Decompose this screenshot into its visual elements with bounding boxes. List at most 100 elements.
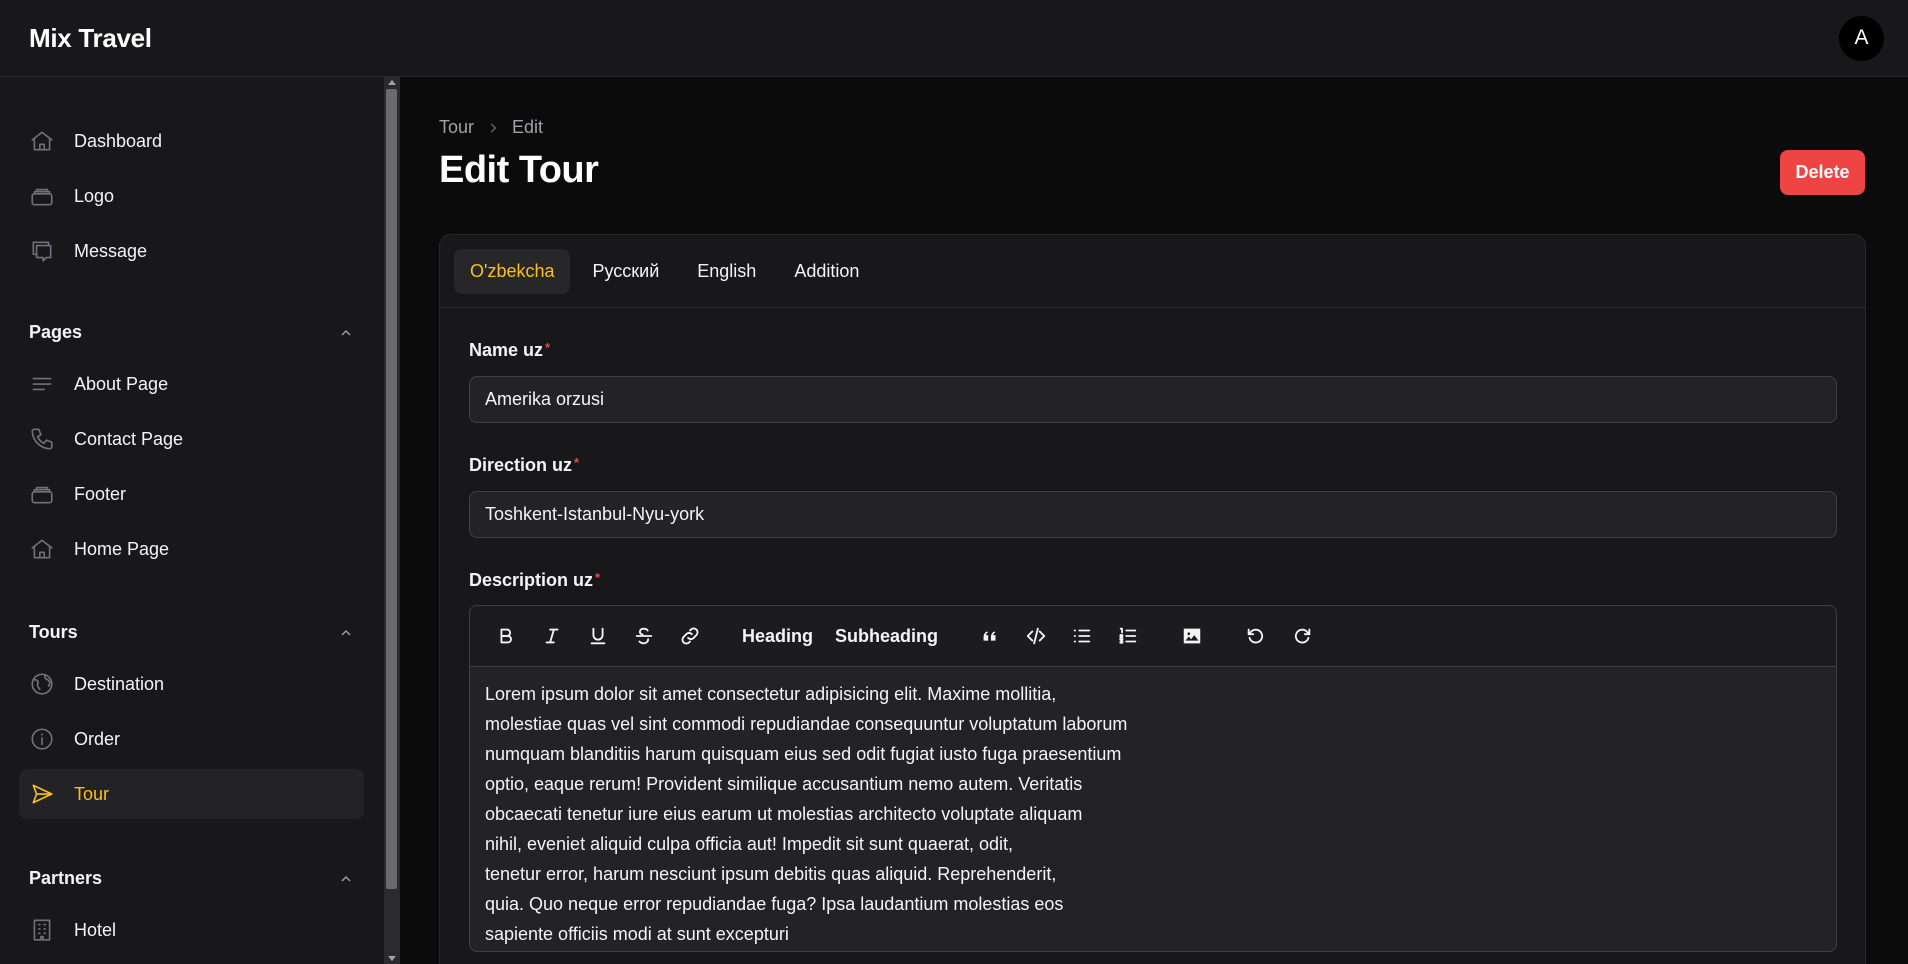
sidebar-item-label: Logo [74,185,115,206]
image-icon [1183,628,1201,644]
top-bar: Mix Travel A [0,0,1908,77]
editor-toolbar: Heading Subheading [470,606,1836,667]
sidebar-scrollbar[interactable] [384,77,400,964]
sidebar-item-tour[interactable]: Tour [19,769,364,819]
sidebar-item-dashboard[interactable]: Dashboard [19,116,364,166]
app-title[interactable]: Mix Travel [29,23,152,54]
required-mark: * [545,340,551,355]
bullet-list-icon [1073,629,1091,643]
name-input[interactable] [469,376,1837,423]
language-tabs: O'zbekcha Русский English Addition [454,249,875,294]
sidebar-group-pages[interactable]: Pages [29,322,354,343]
redo-button[interactable] [1284,618,1320,654]
sidebar-item-message[interactable]: Message [19,226,364,276]
breadcrumb-current: Edit [512,117,544,137]
image-button[interactable] [1174,618,1210,654]
breadcrumb: Tour Edit [439,117,543,138]
subheading-button[interactable]: Subheading [829,618,944,654]
editor-text-area[interactable]: Lorem ipsum dolor sit amet consectetur a… [470,667,1836,951]
scrollbar-thumb[interactable] [386,89,397,889]
home-icon [29,536,55,562]
sidebar-item-label: Hotel [74,919,117,940]
quote-icon [983,631,996,641]
code-icon [1026,627,1046,645]
tabs-divider [440,307,1865,308]
editor-line: molestiae quas vel sint commodi repudian… [485,714,1128,734]
required-mark: * [574,455,580,470]
ordered-list-button[interactable] [1110,618,1146,654]
italic-icon [545,628,559,644]
delete-button[interactable]: Delete [1780,150,1865,195]
sidebar-item-hotel[interactable]: Hotel [19,905,364,955]
chevron-up-icon [341,329,351,335]
undo-button[interactable] [1238,618,1274,654]
sidebar-item-home-page[interactable]: Home Page [19,524,364,574]
sidebar-item-logo[interactable]: Logo [19,171,364,221]
chat-icon [29,238,55,264]
sidebar-item-label: Contact Page [74,428,184,449]
code-button[interactable] [1018,618,1054,654]
editor-line: Lorem ipsum dolor sit amet consectetur a… [485,684,1057,704]
editor-line: nihil, eveniet aliquid culpa officia aut… [485,834,1013,854]
phone-icon [29,426,55,452]
editor-line: obcaecati tenetur iure eius earum ut mol… [485,804,1083,824]
strikethrough-icon [635,627,653,645]
sidebar-item-order[interactable]: Order [19,714,364,764]
sidebar-group-title: Tours [29,622,78,642]
lines-icon [29,371,55,397]
bullet-list-button[interactable] [1064,618,1100,654]
underline-icon [590,627,606,645]
sidebar: Dashboard Logo Message Pages About Page … [0,77,384,964]
tab-russian[interactable]: Русский [576,249,675,294]
undo-icon [1247,628,1264,644]
sidebar-item-label: Order [74,728,121,749]
required-mark: * [595,570,601,585]
direction-label-text: Direction uz [469,455,573,475]
main-content: Tour Edit Edit Tour Delete O'zbekcha Рус… [400,77,1908,964]
scroll-down-arrow-icon[interactable] [388,956,396,961]
bold-button[interactable] [488,618,524,654]
sidebar-item-label: Dashboard [74,130,163,151]
sidebar-item-label: Destination [74,673,165,694]
ordered-list-icon [1119,627,1137,644]
underline-button[interactable] [580,618,616,654]
italic-button[interactable] [534,618,570,654]
stack-icon [29,183,55,209]
user-avatar[interactable]: A [1839,15,1884,61]
editor-line: sapiente officiis modi at sunt excepturi [485,924,789,944]
name-label-text: Name uz [469,340,544,360]
sidebar-item-destination[interactable]: Destination [19,659,364,709]
sidebar-item-contact-page[interactable]: Contact Page [19,414,364,464]
tab-addition[interactable]: Addition [778,249,875,294]
page-title: Edit Tour [439,149,599,191]
globe-icon [29,671,55,697]
sidebar-item-about-page[interactable]: About Page [19,359,364,409]
editor-line: tenetur error, harum nesciunt ipsum debi… [485,864,1057,884]
sidebar-group-partners[interactable]: Partners [29,868,354,889]
building-icon [29,917,55,943]
link-button[interactable] [672,618,708,654]
sidebar-group-tours[interactable]: Tours [29,622,354,643]
info-icon [29,726,55,752]
chevron-right-icon [486,121,500,135]
scroll-up-arrow-icon[interactable] [388,80,396,85]
editor-line: quia. Quo neque error repudiandae fuga? … [485,894,1064,914]
editor-line: numquam blanditiis harum quisquam eius s… [485,744,1122,764]
breadcrumb-root[interactable]: Tour [439,117,474,138]
sidebar-group-title: Partners [29,868,103,888]
direction-input[interactable] [469,491,1837,538]
heading-button[interactable]: Heading [736,618,819,654]
redo-icon [1294,628,1311,644]
sidebar-item-label: Footer [74,483,127,504]
stack-icon [29,481,55,507]
blockquote-button[interactable] [972,618,1008,654]
paper-plane-icon [29,781,55,807]
name-field-label: Name uz * [469,340,550,361]
strikethrough-button[interactable] [626,618,662,654]
description-field-label: Description uz * [469,570,600,591]
tab-english[interactable]: English [681,249,772,294]
description-label-text: Description uz [469,570,594,590]
tab-uzbek[interactable]: O'zbekcha [454,249,571,294]
sidebar-item-label: Tour [74,783,110,804]
sidebar-item-footer[interactable]: Footer [19,469,364,519]
